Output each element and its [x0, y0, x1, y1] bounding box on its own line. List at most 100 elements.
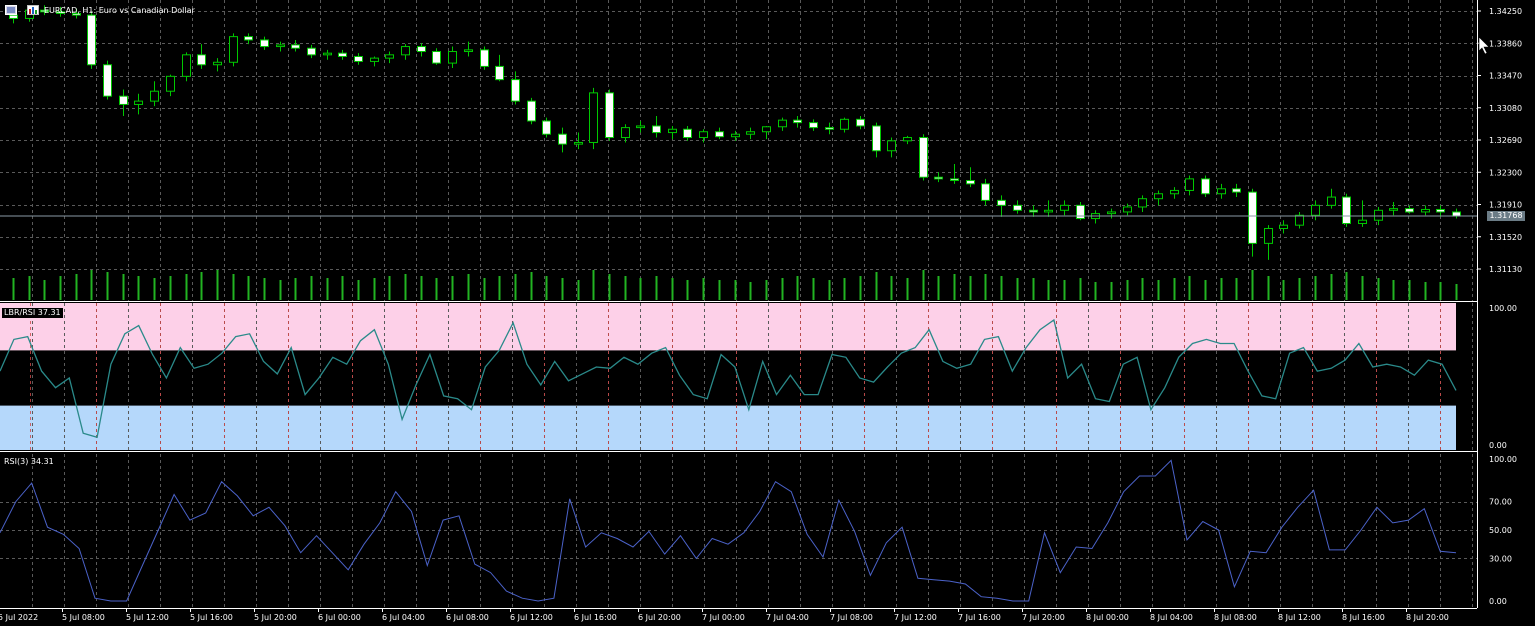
- candle-body: [1029, 209, 1038, 213]
- candle-body: [668, 128, 677, 134]
- price-tick-label: 1.34250: [1489, 7, 1522, 16]
- window-menu-icon[interactable]: [5, 5, 17, 15]
- candle-body: [731, 133, 740, 138]
- candle-body: [1342, 196, 1351, 225]
- time-tick-label: 5 Jul 20:00: [254, 613, 297, 622]
- current-price-tag: 1.31768: [1487, 211, 1525, 221]
- price-tick-label: 1.32300: [1489, 168, 1522, 177]
- candle-body: [1154, 193, 1163, 200]
- candle-body: [1201, 178, 1210, 195]
- lbr-zones: [0, 303, 1456, 450]
- candle-body: [1185, 178, 1194, 191]
- rsi-tick-label: 0.00: [1489, 597, 1507, 606]
- candle-body: [511, 79, 520, 102]
- candle-body: [370, 57, 379, 62]
- time-tick-label: 8 Jul 16:00: [1342, 613, 1385, 622]
- candle-body: [1452, 211, 1461, 217]
- candle-body: [291, 44, 300, 49]
- time-tick-label: 6 Jul 16:00: [574, 613, 617, 622]
- candle-body: [134, 100, 143, 105]
- candle-body: [448, 51, 457, 64]
- candle-body: [197, 54, 206, 66]
- overbought-zone: [0, 303, 1456, 351]
- candle-body: [354, 55, 363, 62]
- candle-body: [1421, 208, 1430, 213]
- time-tick-label: 8 Jul 12:00: [1278, 613, 1321, 622]
- candle-body: [527, 100, 536, 122]
- candle-body: [1358, 219, 1367, 225]
- rsi-axis: 100.00 70.00 50.00 30.00 0.00: [1489, 455, 1517, 606]
- candle-body: [1264, 227, 1273, 244]
- rsi-tick-label: 30.00: [1489, 554, 1512, 563]
- time-tick-label: 6 Jul 00:00: [318, 613, 361, 622]
- candle-body: [307, 47, 316, 56]
- time-tick-label: 6 Jul 12:00: [510, 613, 553, 622]
- candle-body: [1107, 211, 1116, 215]
- candle-body: [229, 36, 238, 63]
- candle-body: [1279, 224, 1288, 229]
- candle-body: [260, 39, 269, 48]
- chart-title: EURCAD, H1: Euro vs Canadian Dollar: [44, 6, 195, 15]
- candle-body: [182, 54, 191, 77]
- lbr-rsi-label: LBR/RSI 37.31: [2, 308, 63, 318]
- oversold-zone: [0, 405, 1456, 450]
- candle-body: [464, 49, 473, 53]
- time-tick-label: 5 Jul 12:00: [126, 613, 169, 622]
- time-tick-label: 7 Jul 08:00: [830, 613, 873, 622]
- candle-body: [1405, 208, 1414, 213]
- lbr-tick-label: 100.00: [1489, 304, 1517, 313]
- time-tick-label: 7 Jul 00:00: [702, 613, 745, 622]
- mouse-cursor-icon: [1478, 36, 1490, 55]
- candle-body: [715, 131, 724, 138]
- candle-body: [495, 65, 504, 81]
- time-tick-label: 7 Jul 16:00: [958, 613, 1001, 622]
- price-tick-label: 1.33860: [1489, 39, 1522, 48]
- candle-body: [1044, 209, 1053, 213]
- candle-body: [872, 125, 881, 152]
- candle-body: [558, 133, 567, 145]
- candle-body: [903, 137, 912, 142]
- candle-body: [1170, 189, 1179, 195]
- candle-body: [417, 46, 426, 53]
- time-tick-label: 7 Jul 12:00: [894, 613, 937, 622]
- candle-body: [103, 64, 112, 97]
- candle-body: [699, 131, 708, 139]
- candle-body: [1138, 198, 1147, 208]
- candle-body: [1327, 196, 1336, 206]
- candle-body: [621, 127, 630, 139]
- candle-body: [213, 61, 222, 66]
- candle-body: [150, 90, 159, 102]
- time-tick-label: 7 Jul 04:00: [766, 613, 809, 622]
- candle-body: [997, 199, 1006, 206]
- time-tick-label: 8 Jul 04:00: [1150, 613, 1193, 622]
- candle-body: [1232, 188, 1241, 193]
- rsi-tick-label: 100.00: [1489, 455, 1517, 464]
- price-tick-label: 1.33080: [1489, 104, 1522, 113]
- candle-body: [119, 95, 128, 105]
- candle-body: [636, 125, 645, 129]
- price-tick-label: 1.31910: [1489, 201, 1522, 210]
- candle-body: [1076, 204, 1085, 220]
- candle-body: [1374, 209, 1383, 221]
- candle-body: [1013, 204, 1022, 211]
- chart-canvas[interactable]: 1.34250 1.33860 1.33470 1.33080 1.32690 1.323…: [0, 0, 1535, 626]
- lbr-tick-label: 0.00: [1489, 441, 1507, 450]
- candle-body: [934, 176, 943, 180]
- candle-body: [574, 141, 583, 145]
- candle-body: [746, 131, 755, 135]
- candle-body: [9, 14, 18, 19]
- candle-body: [87, 14, 96, 66]
- time-tick-label: 5 Jul 2022: [0, 613, 38, 622]
- time-tick-label: 5 Jul 16:00: [190, 613, 233, 622]
- candle-body: [244, 36, 253, 41]
- price-tick-label: 1.32690: [1489, 136, 1522, 145]
- time-tick-label: 6 Jul 04:00: [382, 613, 425, 622]
- volume-bars: [12, 270, 1458, 300]
- time-axis: 5 Jul 2022 5 Jul 08:00 5 Jul 12:00 5 Jul 16…: [0, 608, 1449, 622]
- candle-body: [1060, 204, 1069, 211]
- rsi-tick-label: 70.00: [1489, 498, 1512, 507]
- candle-body: [778, 119, 787, 128]
- candle-body: [981, 183, 990, 201]
- candle-body: [683, 128, 692, 139]
- candle-body: [589, 92, 598, 143]
